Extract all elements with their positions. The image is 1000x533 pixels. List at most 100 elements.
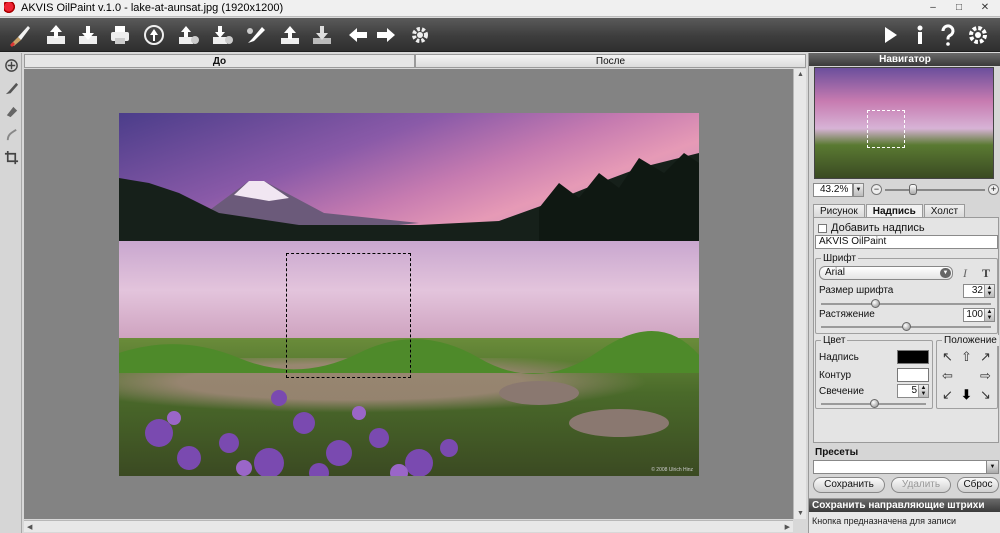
stretch-slider-thumb[interactable] (902, 322, 911, 331)
presets-section: Пресеты ▼ Сохранить Удалить Сброс (813, 446, 999, 496)
position-top-left-icon[interactable]: ↖ (939, 348, 956, 365)
zoom-out-button[interactable]: − (871, 184, 882, 195)
zoom-in-button[interactable]: + (988, 184, 999, 195)
close-button[interactable]: ✕ (974, 1, 996, 15)
font-size-slider-thumb[interactable] (871, 299, 881, 308)
position-group: Положение ↖ ⇧ ↗ ⇦ ⇨ ↙ ⬇ ↘ (936, 335, 999, 409)
upload-icon[interactable] (276, 21, 304, 49)
title-bar: AKVIS OilPaint v.1.0 - lake-at-aunsat.jp… (0, 0, 1000, 17)
position-group-label: Положение (942, 335, 999, 346)
settings-gear-icon[interactable] (406, 21, 434, 49)
run-icon[interactable] (876, 21, 904, 49)
position-center-icon[interactable] (958, 367, 975, 384)
tab-after[interactable]: После (415, 54, 806, 68)
right-panel: Навигатор 43.2% ▼ − + Рисунок Надпись Хо… (808, 53, 1000, 533)
position-right-icon[interactable]: ⇨ (977, 367, 994, 384)
outline-color-label: Контур (819, 370, 852, 381)
save-icon[interactable] (74, 21, 102, 49)
bold-button[interactable]: T (982, 266, 990, 281)
text-color-swatch[interactable] (897, 350, 929, 364)
maximize-button[interactable]: □ (948, 1, 970, 15)
font-size-label: Размер шрифта (819, 285, 894, 296)
main-toolbar (0, 18, 1000, 52)
italic-button[interactable]: I (963, 266, 967, 281)
export-strokes-icon[interactable] (208, 21, 236, 49)
stretch-spinner[interactable]: 100 ▲ ▼ (963, 308, 995, 322)
brush-tool-icon[interactable] (2, 79, 20, 97)
glow-spinner[interactable]: 5 ▲ ▼ (897, 384, 929, 398)
window-title: AKVIS OilPaint v.1.0 - lake-at-aunsat.jp… (21, 2, 284, 14)
redo-icon[interactable] (372, 21, 400, 49)
help-title: Сохранить направляющие штрихи (809, 499, 1000, 512)
add-inscription-label: Добавить надпись (831, 222, 925, 234)
color-group-label: Цвет (821, 335, 848, 346)
glow-value: 5 (911, 385, 917, 396)
info-icon[interactable] (906, 21, 934, 49)
position-bottom-icon[interactable]: ⬇ (958, 386, 975, 403)
vertical-scrollbar[interactable]: ▲ ▼ (793, 69, 806, 519)
tab-drawing[interactable]: Рисунок (813, 204, 865, 218)
horizontal-scrollbar[interactable]: ◀ ▶ (24, 520, 793, 532)
photo-image: © 2008 Ulrich Hinz (119, 113, 699, 476)
share-icon[interactable] (140, 21, 168, 49)
canvas-tabs: До После (24, 54, 806, 68)
glow-slider-thumb[interactable] (869, 399, 879, 408)
color-group: Цвет Надпись Контур Свечение 5 ▲ ▼ (815, 335, 933, 409)
navigator-view-frame[interactable] (867, 110, 905, 148)
smudge-tool-icon[interactable] (2, 125, 20, 143)
tab-before[interactable]: До (24, 54, 415, 68)
position-left-icon[interactable]: ⇦ (939, 367, 956, 384)
chevron-down-icon: ▼ (940, 268, 951, 278)
crop-tool-icon[interactable] (2, 148, 20, 166)
position-bottom-right-icon[interactable]: ↘ (977, 386, 994, 403)
outline-color-swatch[interactable] (897, 368, 929, 382)
stroke-direction-tool-icon[interactable] (2, 56, 20, 74)
minimize-button[interactable]: – (922, 1, 944, 15)
preview-selection-frame[interactable] (286, 253, 411, 378)
font-size-value: 32 (971, 285, 983, 296)
import-strokes-icon[interactable] (174, 21, 202, 49)
reset-preset-button[interactable]: Сброс (957, 477, 999, 493)
font-size-slider-track[interactable] (821, 303, 991, 305)
print-icon[interactable] (106, 21, 134, 49)
brush-settings-icon[interactable] (242, 21, 270, 49)
font-group: Шрифт Arial ▼ I T Размер шрифта 32 ▲ ▼ Ра… (815, 253, 998, 334)
zoom-value[interactable]: 43.2% (813, 183, 853, 197)
image-canvas[interactable]: © 2008 Ulrich Hinz (24, 69, 806, 519)
eraser-tool-icon[interactable] (2, 102, 20, 120)
position-bottom-left-icon[interactable]: ↙ (939, 386, 956, 403)
undo-icon[interactable] (344, 21, 372, 49)
font-select[interactable]: Arial ▼ (819, 266, 953, 280)
font-select-value: Arial (825, 267, 846, 278)
glow-label: Свечение (819, 386, 865, 397)
zoom-slider-thumb[interactable] (909, 184, 917, 195)
tab-canvas[interactable]: Холст (923, 204, 966, 218)
tab-inscription[interactable]: Надпись (865, 204, 923, 218)
add-inscription-checkbox[interactable] (818, 223, 827, 233)
zoom-slider-track[interactable] (885, 189, 985, 191)
chevron-down-icon: ▼ (986, 461, 998, 473)
position-top-right-icon[interactable]: ↗ (977, 348, 994, 365)
delete-preset-button[interactable]: Удалить (891, 477, 951, 493)
photo-watermark: © 2008 Ulrich Hinz (651, 467, 693, 473)
zoom-dropdown-icon[interactable]: ▼ (853, 183, 864, 197)
settings-tabs: Рисунок Надпись Холст (813, 204, 999, 218)
brush-logo-icon (2, 21, 38, 49)
open-icon[interactable] (42, 21, 70, 49)
font-group-label: Шрифт (821, 253, 858, 264)
text-color-label: Надпись (819, 352, 859, 363)
inscription-panel: Добавить надпись AKVIS OilPaint Шрифт Ar… (813, 217, 999, 443)
preferences-icon[interactable] (964, 21, 992, 49)
font-size-spinner[interactable]: 32 ▲ ▼ (963, 284, 995, 298)
help-icon[interactable] (934, 21, 962, 49)
position-top-icon[interactable]: ⇧ (958, 348, 975, 365)
presets-select[interactable]: ▼ (813, 460, 999, 474)
download-icon[interactable] (308, 21, 336, 49)
save-preset-button[interactable]: Сохранить (813, 477, 885, 493)
navigator-title: Навигатор (809, 53, 1000, 66)
navigator-thumbnail[interactable] (814, 67, 994, 179)
akvis-logo-icon (4, 2, 16, 14)
stretch-label: Растяжение (819, 309, 875, 320)
left-toolbar (0, 53, 22, 533)
inscription-text-input[interactable]: AKVIS OilPaint (815, 235, 998, 249)
